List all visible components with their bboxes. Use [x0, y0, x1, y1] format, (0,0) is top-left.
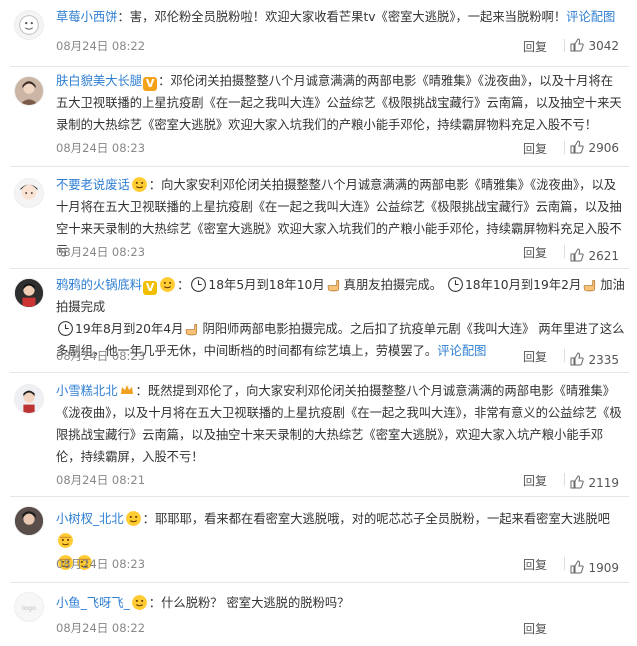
- avatar[interactable]: [14, 278, 44, 308]
- avatar[interactable]: [14, 76, 44, 106]
- like-button[interactable]: 2119: [570, 475, 619, 490]
- clock-icon: [58, 321, 73, 336]
- reply-button[interactable]: 回复: [523, 38, 547, 55]
- comment-body: 19年8月到20年4月: [75, 322, 184, 336]
- like-button[interactable]: 1909: [570, 560, 619, 575]
- comment-item: 肤白貌美大长腿 V ：邓伦闭关拍摄整整八个月诚意满满的两部电影《晴雅集》《泷夜曲》，…: [0, 66, 637, 166]
- like-button[interactable]: 2906: [570, 140, 619, 155]
- clock-icon: [191, 277, 207, 292]
- reply-button[interactable]: 回复: [523, 348, 547, 365]
- reply-button[interactable]: 回复: [523, 140, 547, 157]
- comment-image-link[interactable]: 评论配图: [566, 10, 615, 24]
- timestamp: 08月24日 08:23: [56, 349, 146, 363]
- comment-body: 真朋友拍摄完成。: [343, 278, 443, 292]
- emoji-icon: [131, 177, 147, 192]
- emoji-icon: [160, 277, 176, 292]
- username[interactable]: 小树杈_北北: [56, 512, 124, 526]
- like-button[interactable]: 2621: [570, 248, 619, 263]
- avatar[interactable]: [14, 178, 44, 208]
- hand-point-icon: [327, 279, 339, 292]
- thumb-up-icon: [570, 560, 585, 574]
- comment-body: ：耶耶耶，看来都在看密室大逃脱哦，对的呢芯芯子全员脱粉，一起来看密室大逃脱吧: [142, 512, 610, 526]
- comment-text: 肤白貌美大长腿 V ：邓伦闭关拍摄整整八个月诚意满满的两部电影《晴雅集》《泷夜曲》，…: [56, 70, 625, 136]
- divider: [564, 245, 565, 258]
- divider: [564, 473, 565, 486]
- timestamp: 08月24日 08:21: [56, 473, 146, 487]
- reply-button[interactable]: 回复: [523, 472, 547, 489]
- username[interactable]: 小雪糕北北: [56, 384, 118, 398]
- comment-body: ：什么脱粉？ 密室大逃脱的脱粉吗？: [148, 596, 350, 610]
- comment-text: 小雪糕北北 ：既然提到邓伦了，向大家安利邓伦闭关拍摄整整八个月诚意满满的两部电影《…: [56, 380, 625, 468]
- like-button[interactable]: 2335: [570, 352, 619, 367]
- comment-item: 鸦鸦的火锅底料 V： 18年5月到18年10月 真朋友拍摄完成。 18年10月到19年…: [0, 268, 637, 372]
- emoji-icon: [125, 511, 141, 526]
- thumb-up-icon: [570, 475, 585, 489]
- reply-button[interactable]: 回复: [523, 244, 547, 261]
- username[interactable]: 肤白貌美大长腿: [56, 74, 142, 88]
- username[interactable]: 鸦鸦的火锅底料: [56, 278, 142, 292]
- timestamp: 08月24日 08:23: [56, 557, 146, 571]
- timestamp: 08月24日 08:23: [56, 245, 146, 259]
- comment-body: 18年5月到18年10月: [208, 278, 325, 292]
- vip-badge: V: [143, 77, 158, 91]
- comment-body: ：害，邓伦粉全员脱粉啦！欢迎大家收看芒果tv《密室大逃脱》，一起来当脱粉啊！: [117, 10, 567, 24]
- thumb-up-icon: [570, 248, 585, 262]
- like-button[interactable]: 3042: [570, 38, 619, 53]
- emoji-icon: [58, 533, 73, 548]
- vip-badge: V: [143, 281, 158, 295]
- hand-point-icon: [186, 323, 198, 336]
- comment-text: 小鱼_飞呀飞_ ：什么脱粉？ 密室大逃脱的脱粉吗？: [56, 592, 625, 614]
- username[interactable]: 不要老说废话: [56, 178, 130, 192]
- timestamp: 08月24日 08:23: [56, 141, 146, 155]
- comment-item: 小树杈_北北 ：耶耶耶，看来都在看密室大逃脱哦，对的呢芯芯子全员脱粉，一起来看密室…: [0, 496, 637, 582]
- reply-button[interactable]: 回复: [523, 556, 547, 573]
- divider: [564, 141, 565, 154]
- timestamp: 08月24日 08:22: [56, 621, 146, 635]
- hand-point-icon: [584, 279, 596, 292]
- comment-item: 草莓小西饼：害，邓伦粉全员脱粉啦！欢迎大家收看芒果tv《密室大逃脱》，一起来当脱…: [0, 0, 637, 66]
- avatar[interactable]: [14, 10, 44, 40]
- avatar[interactable]: [14, 506, 44, 536]
- clock-icon: [448, 277, 463, 292]
- crown-icon: [120, 385, 133, 394]
- emoji-icon: [131, 595, 147, 610]
- comment-body: ：既然提到邓伦了，向大家安利邓伦闭关拍摄整整八个月诚意满满的两部电影《晴雅集》《…: [56, 384, 622, 464]
- comment-image-link[interactable]: 评论配图: [437, 344, 486, 358]
- username[interactable]: 小鱼_飞呀飞_: [56, 596, 130, 610]
- comment-item: logo 小鱼_飞呀飞_ ：什么脱粉？ 密室大逃脱的脱粉吗？ 08月24日 08:…: [0, 582, 637, 646]
- divider: [564, 557, 565, 570]
- divider: [564, 349, 565, 362]
- comment-text: 草莓小西饼：害，邓伦粉全员脱粉啦！欢迎大家收看芒果tv《密室大逃脱》，一起来当脱…: [56, 6, 625, 28]
- thumb-up-icon: [570, 38, 585, 52]
- svg-text:logo: logo: [22, 604, 36, 612]
- thumb-up-icon: [570, 352, 585, 366]
- avatar[interactable]: logo: [14, 592, 44, 622]
- username[interactable]: 草莓小西饼: [56, 10, 118, 24]
- divider: [564, 39, 565, 52]
- avatar[interactable]: [14, 384, 44, 414]
- comment-item: 小雪糕北北 ：既然提到邓伦了，向大家安利邓伦闭关拍摄整整八个月诚意满满的两部电影《…: [0, 372, 637, 496]
- timestamp: 08月24日 08:22: [56, 39, 146, 53]
- comment-item: 不要老说废话 ：向大家安利邓伦闭关拍摄整整八个月诚意满满的两部电影《晴雅集》《泷夜…: [0, 166, 637, 268]
- thumb-up-icon: [570, 140, 585, 154]
- reply-button[interactable]: 回复: [523, 620, 547, 637]
- comment-body: 18年10月到19年2月: [464, 278, 582, 292]
